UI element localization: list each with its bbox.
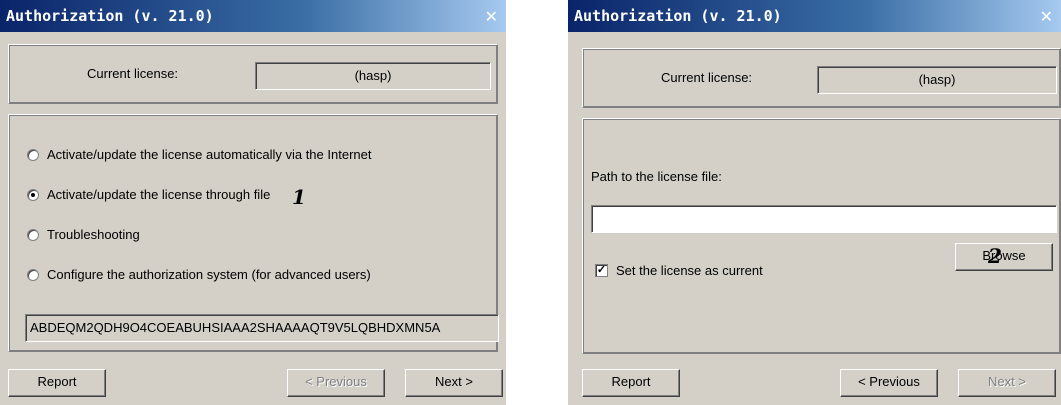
dialog-title: Authorization (v. 21.0) xyxy=(574,7,782,25)
next-button[interactable]: Next > xyxy=(958,369,1056,397)
option-auto-internet-label: Activate/update the license automaticall… xyxy=(47,147,372,162)
authorization-dialog-right: Authorization (v. 21.0) ✕ Current licens… xyxy=(568,0,1061,405)
title-bar: Authorization (v. 21.0) ✕ xyxy=(0,0,506,32)
browse-button[interactable]: Browse xyxy=(955,243,1053,271)
set-current-option[interactable]: ✓ Set the license as current xyxy=(595,263,763,278)
option-configure[interactable]: Configure the authorization system (for … xyxy=(27,267,371,282)
close-icon[interactable]: ✕ xyxy=(485,7,498,26)
report-button[interactable]: Report xyxy=(582,369,680,397)
radio-configure[interactable] xyxy=(27,268,39,281)
option-through-file[interactable]: Activate/update the license through file xyxy=(27,187,270,202)
previous-button[interactable]: < Previous xyxy=(840,369,938,397)
previous-button[interactable]: < Previous xyxy=(287,369,385,397)
radio-through-file[interactable] xyxy=(27,188,39,201)
current-license-label: Current license: xyxy=(87,66,179,81)
radio-troubleshooting[interactable] xyxy=(27,228,39,241)
current-license-panel: Current license: (hasp) xyxy=(8,44,498,104)
next-button[interactable]: Next > xyxy=(405,369,503,397)
option-configure-label: Configure the authorization system (for … xyxy=(47,267,371,282)
authorization-dialog-left: Authorization (v. 21.0) ✕ Current licens… xyxy=(0,0,506,405)
close-icon[interactable]: ✕ xyxy=(1040,7,1053,26)
license-path-text[interactable] xyxy=(596,206,1052,232)
option-auto-internet[interactable]: Activate/update the license automaticall… xyxy=(27,147,371,162)
option-troubleshooting[interactable]: Troubleshooting xyxy=(27,227,140,242)
option-through-file-label: Activate/update the license through file xyxy=(47,187,271,202)
title-bar: Authorization (v. 21.0) ✕ xyxy=(568,0,1061,32)
license-key-field[interactable]: ABDEQM2QDH9O4COEABUHSIAAA2SHAAAAQT9V5LQB… xyxy=(25,314,499,342)
license-path-input[interactable] xyxy=(591,205,1057,233)
path-label: Path to the license file: xyxy=(591,169,722,184)
current-license-value: (hasp) xyxy=(255,62,491,90)
radio-auto-internet[interactable] xyxy=(27,148,39,161)
dialog-title: Authorization (v. 21.0) xyxy=(6,7,214,25)
options-panel: Activate/update the license automaticall… xyxy=(8,114,499,352)
annotation-2: 2 xyxy=(988,244,1002,268)
set-current-checkbox[interactable]: ✓ xyxy=(595,264,608,277)
current-license-value: (hasp) xyxy=(817,66,1057,94)
annotation-1: 1 xyxy=(292,185,306,209)
option-troubleshooting-label: Troubleshooting xyxy=(47,227,140,242)
license-file-panel: Path to the license file: Browse ✓ Set t… xyxy=(582,118,1061,354)
set-current-label: Set the license as current xyxy=(616,263,763,278)
current-license-panel: Current license: (hasp) xyxy=(582,48,1061,108)
current-license-label: Current license: xyxy=(661,70,753,85)
report-button[interactable]: Report xyxy=(8,369,106,397)
